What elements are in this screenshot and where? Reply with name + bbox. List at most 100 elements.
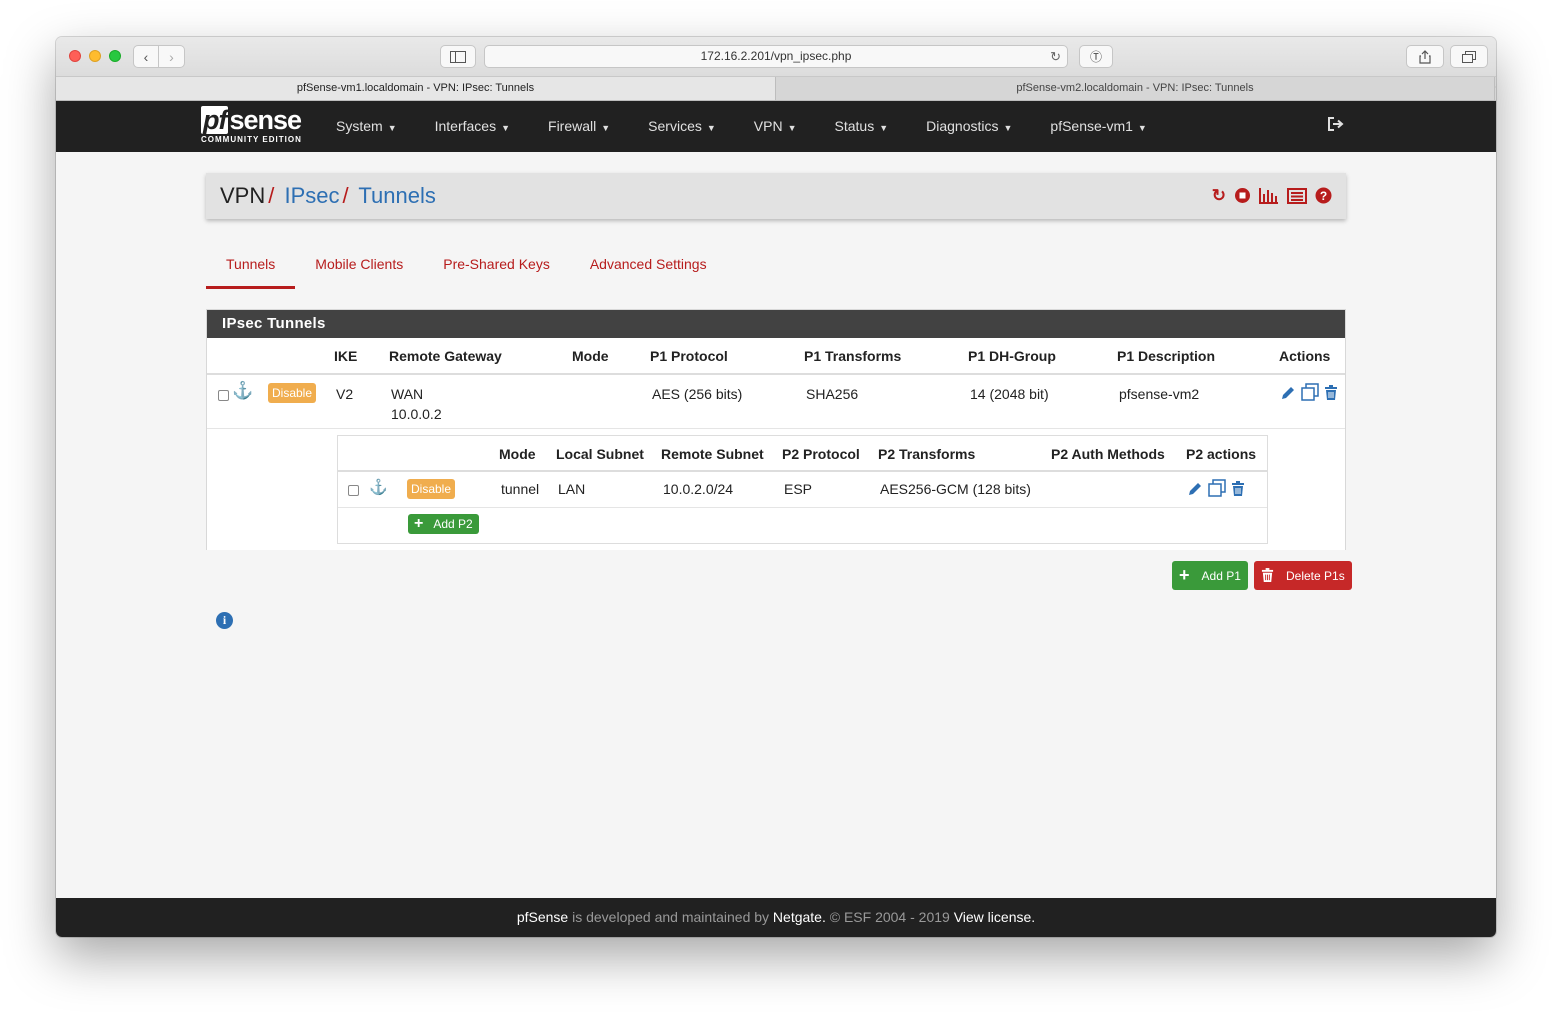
anchor-icon[interactable]: ⚓	[369, 478, 388, 496]
edit-icon[interactable]	[1280, 385, 1296, 401]
tab-pre-shared-keys[interactable]: Pre-Shared Keys	[423, 245, 570, 289]
browser-tab-vm1[interactable]: pfSense-vm1.localdomain - VPN: IPsec: Tu…	[56, 77, 775, 100]
breadcrumb-vpn: VPN	[220, 183, 266, 208]
delete-icon[interactable]	[1324, 385, 1338, 401]
p1-select-checkbox[interactable]	[218, 386, 229, 406]
add-p1-button[interactable]: + Add P1	[1172, 561, 1248, 590]
pfsense-logo[interactable]: pf sense COMMUNITY EDITION	[201, 106, 302, 144]
logo-pf: pf	[201, 105, 229, 135]
p1-disable-button[interactable]: Disable	[268, 382, 317, 403]
breadcrumb: VPN / IPsec / Tunnels ↻ ?	[206, 173, 1346, 219]
col-p2-auth-methods: P2 Auth Methods	[1051, 446, 1165, 462]
col-p1-protocol: P1 Protocol	[650, 348, 728, 364]
col-p2-protocol: P2 Protocol	[782, 446, 860, 462]
info-icon[interactable]: i	[216, 612, 233, 629]
tab-mobile-clients[interactable]: Mobile Clients	[295, 245, 423, 289]
address-bar[interactable]: 172.16.2.201/vpn_ipsec.php ↻	[484, 45, 1068, 68]
tab-advanced-settings[interactable]: Advanced Settings	[570, 245, 727, 289]
col-actions: Actions	[1279, 348, 1331, 364]
restart-icon[interactable]: ↻	[1212, 173, 1226, 219]
footer-company-link[interactable]: Netgate.	[773, 909, 826, 925]
breadcrumb-separator: /	[268, 183, 275, 208]
sidebar-toggle-button[interactable]	[440, 45, 476, 68]
caret-down-icon: ▼	[501, 123, 511, 133]
plus-icon: +	[1179, 565, 1190, 585]
delete-p1s-button[interactable]: Delete P1s	[1254, 561, 1352, 590]
tab-tunnels[interactable]: Tunnels	[206, 245, 296, 289]
log-icon[interactable]	[1287, 188, 1307, 204]
disable-label: Disable	[407, 479, 456, 499]
p2-select-checkbox[interactable]	[348, 483, 359, 499]
copy-icon[interactable]	[1301, 383, 1319, 401]
p2-table: Mode Local Subnet Remote Subnet P2 Proto…	[337, 435, 1268, 544]
menu-label: Diagnostics	[926, 118, 999, 134]
breadcrumb-tunnels[interactable]: Tunnels	[358, 183, 435, 208]
password-icon: Ⓣ	[1089, 50, 1102, 64]
menu-label: Interfaces	[434, 118, 497, 134]
status-chart-icon[interactable]	[1259, 187, 1279, 204]
add-p1-label: Add P1	[1201, 568, 1241, 583]
p2-mode: tunnel	[501, 481, 540, 497]
menu-label: pfSense-vm1	[1050, 118, 1133, 134]
menu-firewall[interactable]: Firewall ▼	[548, 101, 610, 152]
reload-icon[interactable]: ↻	[1050, 46, 1061, 67]
browser-tab-vm2[interactable]: pfSense-vm2.localdomain - VPN: IPsec: Tu…	[775, 77, 1494, 100]
col-remote-subnet: Remote Subnet	[661, 446, 764, 462]
p1-remote-gateway-if: WAN	[391, 386, 424, 402]
menu-host[interactable]: pfSense-vm1 ▼	[1050, 101, 1146, 152]
pfsense-navbar: pf sense COMMUNITY EDITION System ▼ Interf…	[56, 101, 1496, 152]
forward-button[interactable]: ›	[159, 45, 185, 68]
menu-diagnostics[interactable]: Diagnostics ▼	[926, 101, 1012, 152]
p1-actions	[1280, 383, 1339, 406]
close-window-button[interactable]	[69, 50, 81, 62]
menu-interfaces[interactable]: Interfaces ▼	[435, 101, 510, 152]
caret-down-icon: ▼	[787, 123, 797, 133]
browser-tab-bar: pfSense-vm1.localdomain - VPN: IPsec: Tu…	[56, 77, 1496, 101]
logo-wordmark: pf sense	[201, 106, 302, 134]
ipsec-tunnels-panel: IPsec Tunnels IKE Remote Gateway Mode P1…	[206, 309, 1346, 550]
browser-tab-title: pfSense-vm1.localdomain - VPN: IPsec: Tu…	[296, 82, 535, 94]
table-row: ⚓ Disable tunnel LAN 10.0.2.0/24 ESP AES…	[338, 472, 1267, 508]
new-tab-button[interactable]: +	[1494, 77, 1496, 100]
browser-window: ‹ › 172.16.2.201/vpn_ipsec.php ↻ Ⓣ pfSen…	[56, 37, 1496, 937]
back-button[interactable]: ‹	[133, 45, 159, 68]
logout-icon[interactable]	[1328, 117, 1344, 135]
copy-icon[interactable]	[1208, 479, 1226, 497]
delete-p1s-label: Delete P1s	[1286, 568, 1345, 583]
menu-vpn[interactable]: VPN ▼	[754, 101, 797, 152]
url-text: 172.16.2.201/vpn_ipsec.php	[700, 49, 852, 63]
col-remote-gateway: Remote Gateway	[389, 348, 502, 364]
col-mode: Mode	[572, 348, 609, 364]
menu-services[interactable]: Services ▼	[648, 101, 716, 152]
col-p1-transforms: P1 Transforms	[804, 348, 902, 364]
p1-table-header: IKE Remote Gateway Mode P1 Protocol P1 T…	[207, 338, 1345, 375]
sidebar-icon	[450, 50, 466, 63]
menu-label: Services	[648, 118, 702, 134]
p1-remote-gateway-ip: 10.0.0.2	[391, 406, 442, 422]
browser-toolbar: ‹ › 172.16.2.201/vpn_ipsec.php ↻ Ⓣ	[56, 37, 1496, 77]
trash-icon	[1261, 568, 1274, 582]
password-button[interactable]: Ⓣ	[1079, 45, 1113, 68]
p2-disable-button[interactable]: Disable	[407, 479, 456, 499]
zoom-window-button[interactable]	[109, 50, 121, 62]
breadcrumb-ipsec[interactable]: IPsec	[285, 183, 340, 208]
show-tabs-button[interactable]	[1450, 45, 1488, 68]
anchor-icon[interactable]: ⚓	[232, 381, 253, 401]
delete-icon[interactable]	[1231, 481, 1245, 497]
footer-brand[interactable]: pfSense	[517, 909, 568, 925]
help-icon[interactable]: ?	[1315, 187, 1332, 204]
minimize-window-button[interactable]	[89, 50, 101, 62]
menu-label: Status	[834, 118, 875, 134]
p2-remote-subnet: 10.0.2.0/24	[663, 481, 734, 497]
footer-license-link[interactable]: View license.	[954, 909, 1035, 925]
menu-system[interactable]: System ▼	[336, 101, 397, 152]
stop-icon[interactable]	[1234, 187, 1251, 204]
svg-text:?: ?	[1320, 189, 1327, 203]
breadcrumb-actions: ↻ ?	[1212, 173, 1332, 219]
p1-dh-group: 14 (2048 bit)	[970, 386, 1049, 402]
add-p2-button[interactable]: + Add P2	[408, 514, 479, 534]
chevron-right-icon: ›	[169, 48, 174, 65]
menu-status[interactable]: Status ▼	[835, 101, 889, 152]
share-button[interactable]	[1406, 45, 1444, 68]
edit-icon[interactable]	[1187, 481, 1203, 497]
